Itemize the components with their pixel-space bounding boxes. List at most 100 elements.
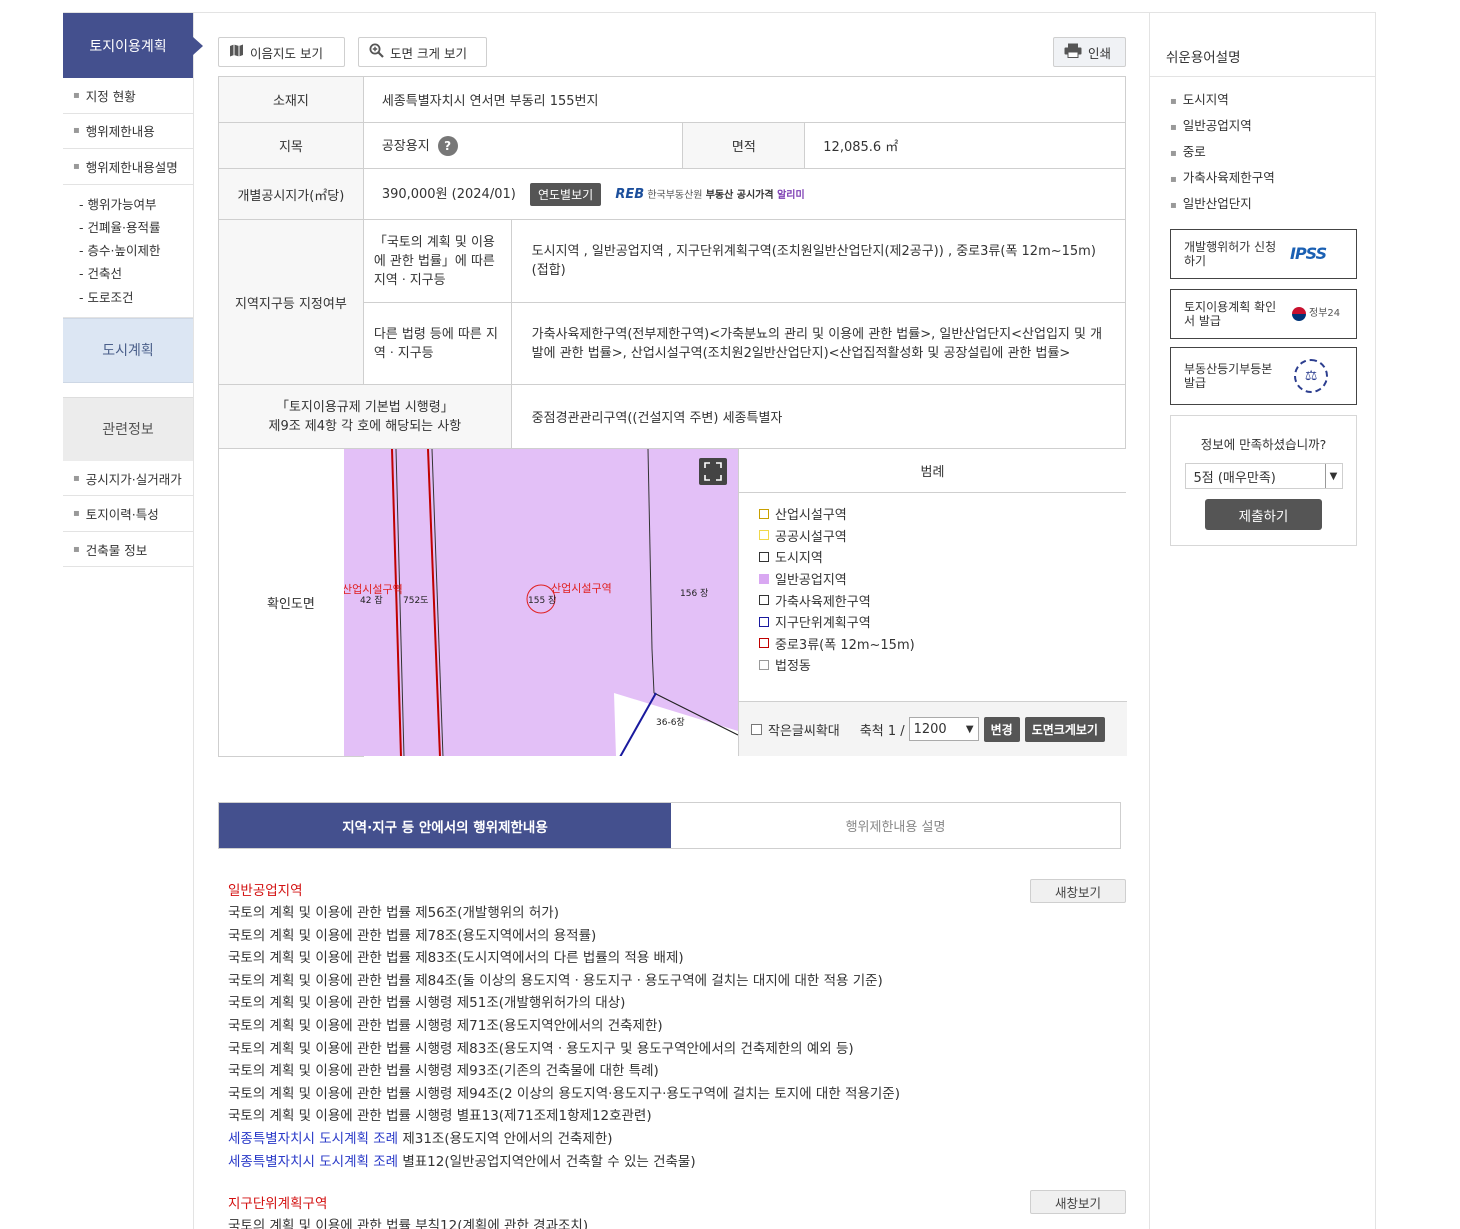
sidebar-item-designation[interactable]: ▪ 지정 현황: [63, 78, 193, 114]
reg-line[interactable]: 국토의 계획 및 이용에 관한 법률 제83조(도시지역에서의 다른 법률의 적…: [228, 947, 1126, 970]
bullet-icon: ▪: [73, 125, 80, 137]
ordinance-link[interactable]: 세종특별자치시 도시계획 조례: [228, 1154, 398, 1170]
reg-line[interactable]: 국토의 계획 및 이용에 관한 법률 제84조(둘 이상의 용도지역ㆍ용도지구ㆍ…: [228, 970, 1126, 993]
scale-select[interactable]: 1200 ▼: [908, 717, 979, 741]
printer-icon: [1064, 43, 1082, 62]
bullet-icon: ▪: [1170, 122, 1177, 133]
sidebar-item-label: 건축물 정보: [85, 542, 148, 558]
view-map-button[interactable]: 이음지도 보기: [218, 37, 345, 67]
legend-swatch: [759, 530, 769, 541]
reb-pub-accent: 알리미: [777, 190, 805, 201]
new-window-button[interactable]: 새창보기: [1030, 879, 1126, 903]
glossary-item[interactable]: ▪ 중로: [1170, 139, 1375, 165]
reg-line[interactable]: 국토의 계획 및 이용에 관한 법률 제78조(용도지역에서의 용적률): [228, 925, 1126, 948]
legend-enlarge-button[interactable]: 도면크게보기: [1024, 716, 1105, 742]
view-map-label: 이음지도 보기: [250, 45, 323, 61]
ordinance-text[interactable]: 별표12(일반공업지역안에서 건축할 수 있는 건축물): [398, 1154, 695, 1170]
help-icon[interactable]: ?: [437, 136, 458, 157]
ordinance-link[interactable]: 세종특별자치시 도시계획 조례: [228, 1131, 398, 1147]
sidebar-related-header[interactable]: 관련정보: [63, 396, 193, 461]
bullet-icon: ▪: [1170, 200, 1177, 211]
land-plan-card[interactable]: 토지이용계획 확인서 발급 정부24: [1170, 289, 1357, 339]
tab-restrictions[interactable]: 지역·지구 등 안에서의 행위제한내용: [219, 803, 671, 848]
survey-submit-button[interactable]: 제출하기: [1205, 499, 1322, 530]
ordinance-line: 세종특별자치시 도시계획 조례 별표12(일반공업지역안에서 건축할 수 있는 …: [228, 1151, 1126, 1174]
enlarge-drawing-button[interactable]: 도면 크게 보기: [358, 37, 487, 67]
area-value: 12,085.6 ㎡: [804, 122, 1126, 169]
sidebar-item-price[interactable]: ▪ 공시지가·실거래가: [63, 461, 193, 497]
glossary-item[interactable]: ▪ 도시지역: [1170, 87, 1375, 113]
legend-swatch: [759, 573, 769, 584]
submenu-item-coverage[interactable]: - 건폐율·용적률: [79, 216, 193, 239]
sidebar-item-restriction-desc[interactable]: ▪ 행위제한내용설명: [63, 149, 193, 185]
sidebar-header[interactable]: 토지이용계획: [63, 13, 203, 78]
chevron-down-icon: ▼: [965, 723, 974, 735]
bullet-icon: ▪: [73, 543, 80, 555]
price-value: 390,000원 (2024/01): [381, 186, 516, 202]
jimok-label: 지목: [218, 122, 364, 169]
yearly-view-button[interactable]: 연도별보기: [529, 182, 602, 206]
legend-item: 도시지역: [759, 546, 1126, 568]
sidebar-item-label: 토지이력·특성: [85, 507, 159, 523]
small-text-checkbox[interactable]: [751, 723, 762, 735]
reb-pub-label: 부동산 공시가격 알리미: [706, 190, 805, 201]
scale-change-button[interactable]: 변경: [983, 716, 1020, 742]
submenu-item-allowed[interactable]: - 행위가능여부: [79, 193, 193, 216]
satisfaction-survey: 정보에 만족하셨습니까? 5점 (매우만족) ▼ 제출하기: [1170, 415, 1357, 546]
sidebar-item-building[interactable]: ▪ 건축물 정보: [63, 532, 193, 568]
reb-name: 한국부동산원: [647, 190, 703, 201]
reg-line[interactable]: 국토의 계획 및 이용에 관한 법률 제56조(개발행위의 허가): [228, 902, 1126, 925]
legend-item: 산업시설구역: [759, 503, 1126, 525]
glossary-title: 쉬운용어설명: [1150, 13, 1375, 77]
submenu-item-height[interactable]: - 층수·높이제한: [79, 239, 193, 262]
glossary-item[interactable]: ▪ 일반산업단지: [1170, 191, 1375, 217]
legend-swatch: [759, 659, 769, 670]
map-legend: 범례 산업시설구역 공공시설구역 도시지역 일반공업지역 가축사육제한구역 지구…: [738, 448, 1127, 756]
restriction-tabs: 지역·지구 등 안에서의 행위제한내용 행위제한내용 설명: [218, 802, 1121, 849]
regulations-list: 새창보기 일반공업지역 국토의 계획 및 이용에 관한 법률 제56조(개발행위…: [228, 879, 1126, 1229]
sidebar-item-label: 지정 현황: [85, 88, 136, 104]
tab-restriction-desc[interactable]: 행위제한내용 설명: [671, 803, 1120, 848]
toolbar: 이음지도 보기 도면 크게 보기 인쇄: [218, 30, 1126, 72]
legend-label: 산업시설구역: [775, 508, 847, 524]
map-label-industrial-1: 산업시설구역: [344, 583, 403, 596]
legend-label: 도시지역: [775, 551, 823, 567]
reg-line[interactable]: 국토의 계획 및 이용에 관한 법률 시행령 제83조(용도지역ㆍ용도지구 및 …: [228, 1038, 1126, 1061]
enlarge-drawing-label: 도면 크게 보기: [390, 45, 467, 61]
submenu-item-building-line[interactable]: - 건축선: [79, 262, 193, 285]
new-window-button[interactable]: 새창보기: [1030, 1190, 1126, 1214]
survey-value: 5점 (매우만족): [1193, 470, 1276, 486]
reg-line[interactable]: 국토의 계획 및 이용에 관한 법률 부칙12(계획에 관한 경과조치): [228, 1215, 1126, 1229]
glossary-item[interactable]: ▪ 가축사육제한구역: [1170, 165, 1375, 191]
dev-permit-card[interactable]: 개발행위허가 신청하기 IPSS: [1170, 229, 1357, 279]
glossary-item[interactable]: ▪ 일반공업지역: [1170, 113, 1375, 139]
parcel-map[interactable]: 산업시설구역 42 잡 752도 155 장 산업시설구역 156 장 36-6…: [344, 448, 738, 756]
map-label-156: 156 장: [680, 588, 708, 599]
reb-logo[interactable]: REB 한국부동산원 부동산 공시가격 알리미: [615, 186, 804, 202]
bullet-icon: ▪: [1170, 174, 1177, 185]
print-button[interactable]: 인쇄: [1053, 37, 1126, 67]
reg-line[interactable]: 국토의 계획 및 이용에 관한 법률 시행령 제71조(용도지역안에서의 건축제…: [228, 1015, 1126, 1038]
sidebar-city-plan[interactable]: 도시계획: [63, 317, 193, 383]
bullet-icon: ▪: [73, 472, 80, 484]
map-label-36-6: 36-6장: [656, 717, 685, 728]
legend-swatch: [759, 551, 769, 562]
ordinance-text[interactable]: 제31조(용도지역 안에서의 건축제한): [398, 1131, 612, 1147]
price-cell: 390,000원 (2024/01) 연도별보기 REB 한국부동산원 부동산 …: [362, 168, 1127, 220]
submenu-item-road[interactable]: - 도로조건: [79, 286, 193, 309]
survey-select[interactable]: 5점 (매우만족) ▼: [1184, 463, 1343, 489]
reg-line[interactable]: 국토의 계획 및 이용에 관한 법률 시행령 별표13(제71조제1항제12호관…: [228, 1105, 1126, 1128]
sidebar-item-history[interactable]: ▪ 토지이력·특성: [63, 496, 193, 532]
legend-swatch: [759, 508, 769, 519]
sidebar-item-restrictions[interactable]: ▪ 행위제한내용: [63, 114, 193, 149]
reg-line[interactable]: 국토의 계획 및 이용에 관한 법률 시행령 제94조(2 이상의 용도지역·용…: [228, 1083, 1126, 1106]
print-label: 인쇄: [1088, 45, 1112, 61]
registry-card[interactable]: 부동산등기부등본 발급 ⚖: [1170, 347, 1357, 405]
dev-permit-label: 개발행위허가 신청하기: [1184, 240, 1277, 268]
reg-line[interactable]: 국토의 계획 및 이용에 관한 법률 시행령 제93조(기존의 건축물에 대한 …: [228, 1060, 1126, 1083]
legend-swatch: [759, 616, 769, 627]
zone-sub2-value: 가축사육제한구역(전부제한구역)<가축분뇨의 관리 및 이용에 관한 법률>, …: [510, 302, 1127, 385]
reg-line[interactable]: 국토의 계획 및 이용에 관한 법률 시행령 제51조(개발행위허가의 대상): [228, 992, 1126, 1015]
sidebar-item-label: 공시지가·실거래가: [85, 471, 182, 487]
address-value: 세종특별자치시 연서면 부동리 155번지: [362, 76, 1127, 123]
